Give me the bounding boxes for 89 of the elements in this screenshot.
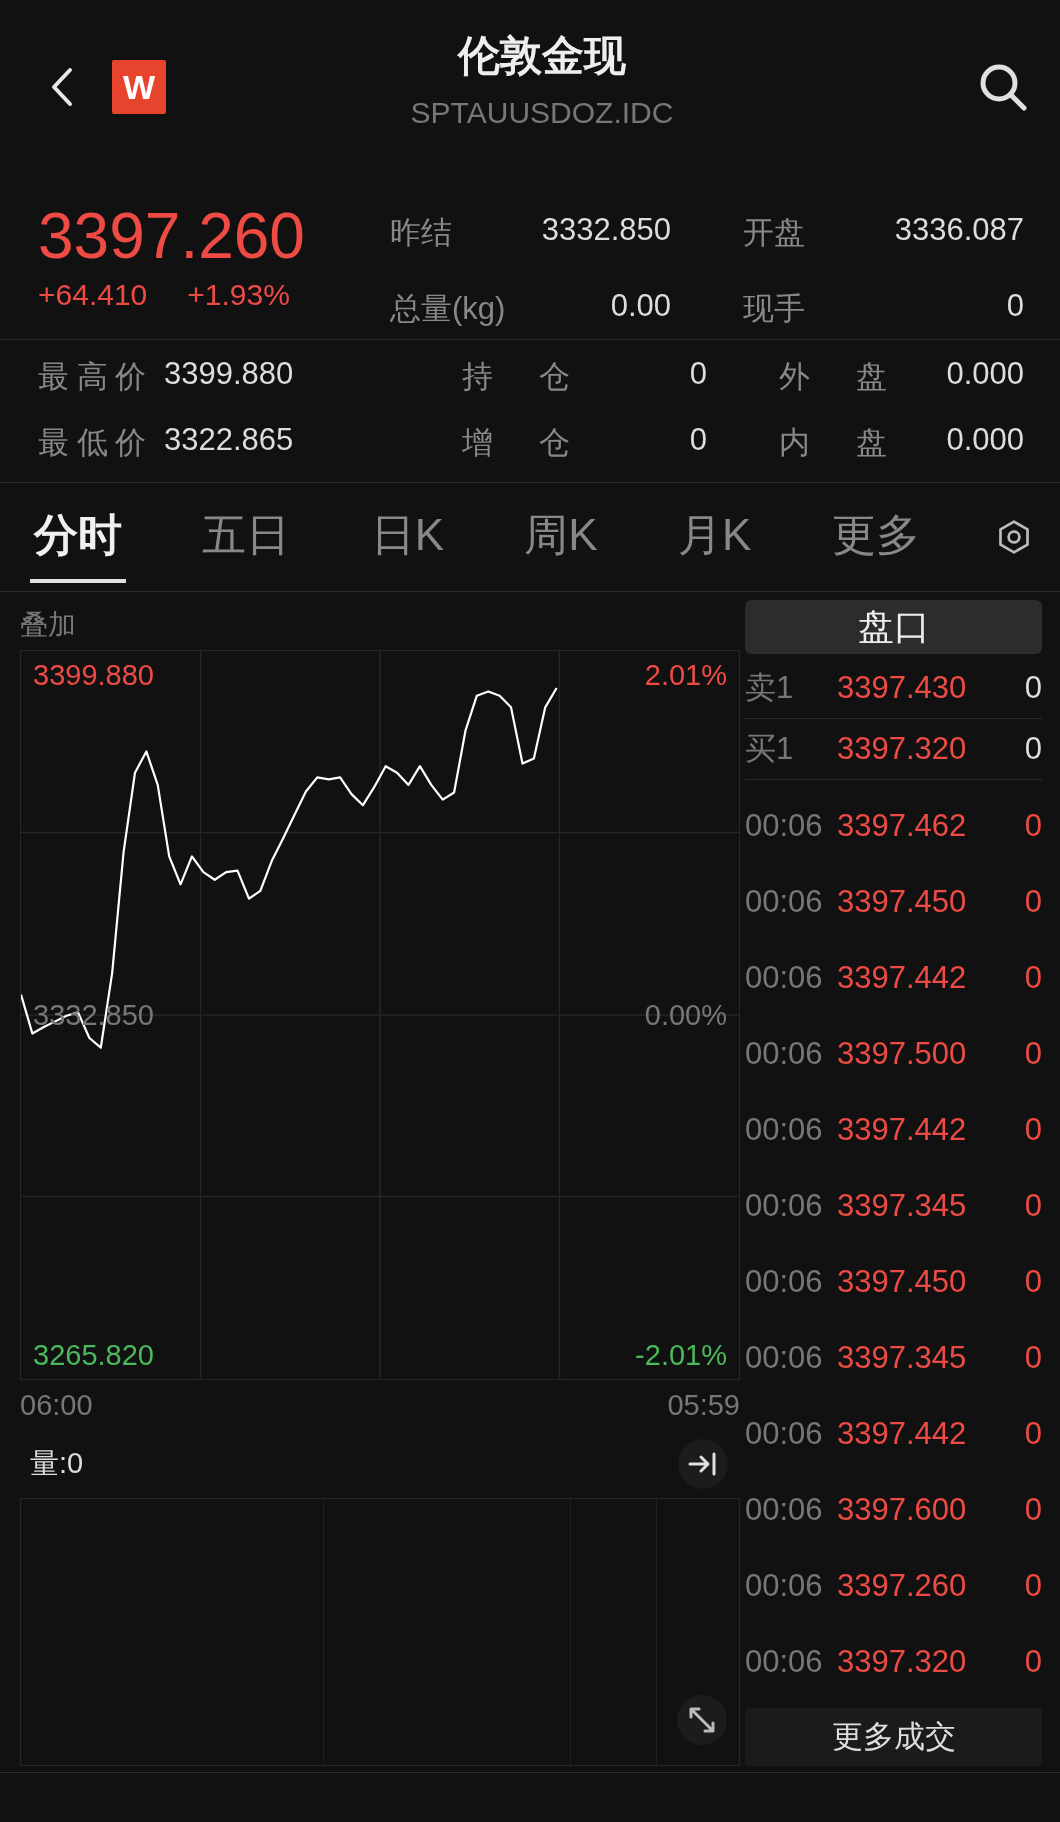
trade-time: 00:06 (745, 884, 824, 920)
trade-price: 3397.345 (837, 1340, 968, 1376)
stat-label: 总量(kg) (390, 290, 506, 328)
axis-percent-label: 0.00% (644, 998, 727, 1032)
trade-time: 00:06 (745, 1416, 824, 1452)
trade-volume: 0 (1024, 1036, 1042, 1072)
chart-tab[interactable]: 周K (520, 491, 602, 583)
trade-time: 00:06 (745, 1188, 824, 1224)
symbol-code: SPTAUUSDOZ.IDC (410, 96, 674, 130)
page-title: 伦敦金现 (458, 31, 626, 81)
stat-value: 3336.087 (894, 212, 1024, 249)
trade-time: 00:06 (745, 1644, 824, 1680)
more-trades-button[interactable]: 更多成交 (745, 1708, 1042, 1766)
percent-change: +1.93% (187, 278, 290, 312)
stat-label: 昨结 (390, 214, 452, 252)
trade-price: 3397.345 (837, 1188, 968, 1224)
back-icon[interactable] (50, 67, 74, 107)
trade-volume: 0 (1024, 1644, 1042, 1680)
stat-label: 持仓 (462, 358, 570, 396)
trade-price: 3397.450 (837, 1264, 968, 1300)
stat-label: 现手 (743, 290, 805, 328)
stat-label: 开盘 (743, 214, 805, 252)
trade-time: 00:06 (745, 1340, 824, 1376)
quote-label: 买1 (745, 730, 795, 768)
stat-value: 3332.850 (541, 212, 671, 249)
trade-volume: 0 (1024, 1264, 1042, 1300)
last-price: 3397.260 (38, 200, 306, 272)
price-change: +64.410 (38, 278, 148, 312)
stat-value: 0.00 (610, 288, 671, 325)
stat-value: 3399.880 (164, 356, 294, 393)
stat-value: 0 (689, 356, 707, 393)
jump-to-end-icon[interactable] (678, 1439, 728, 1489)
stat-label: 外盘 (779, 358, 887, 396)
trade-volume: 0 (1024, 884, 1042, 920)
quote-label: 卖1 (745, 669, 795, 707)
axis-price-label: 3399.880 (33, 658, 154, 692)
stat-value: 0.000 (946, 356, 1024, 393)
trade-volume: 0 (1024, 1416, 1042, 1452)
trade-time: 00:06 (745, 1036, 824, 1072)
stat-value: 0.000 (946, 422, 1024, 459)
quote-price: 3397.320 (837, 731, 968, 767)
trade-volume: 0 (1024, 1340, 1042, 1376)
trade-volume: 0 (1024, 1112, 1042, 1148)
chart-tab[interactable]: 月K (673, 491, 756, 583)
trade-volume: 0 (1024, 1188, 1042, 1224)
trade-time: 00:06 (745, 808, 824, 844)
trade-time: 00:06 (745, 1568, 824, 1604)
chart-tab[interactable]: 日K (366, 491, 448, 583)
stat-label: 内盘 (779, 424, 887, 462)
trade-price: 3397.260 (837, 1568, 968, 1604)
trade-volume: 0 (1024, 960, 1042, 996)
stat-value: 3322.865 (164, 422, 294, 459)
stat-label: 最高价 (38, 358, 146, 396)
chart-tab[interactable]: 更多 (827, 491, 924, 583)
trade-volume: 0 (1024, 1492, 1042, 1528)
trade-price: 3397.442 (837, 1416, 968, 1452)
trade-time: 00:06 (745, 1492, 824, 1528)
trade-volume: 0 (1024, 808, 1042, 844)
axis-price-label: 3265.820 (33, 1338, 154, 1372)
start-time: 06:00 (20, 1388, 93, 1422)
search-icon[interactable] (978, 62, 1028, 112)
chart-tab[interactable]: 五日 (198, 491, 295, 583)
trade-price: 3397.320 (837, 1644, 968, 1680)
quote-volume: 0 (1024, 731, 1042, 767)
chart-tab[interactable]: 分时 (30, 491, 126, 583)
trade-time: 00:06 (745, 960, 824, 996)
trade-price: 3397.500 (837, 1036, 968, 1072)
trade-price: 3397.442 (837, 960, 968, 996)
trade-volume: 0 (1024, 1568, 1042, 1604)
logo-badge: W (112, 60, 166, 114)
trade-price: 3397.462 (837, 808, 968, 844)
trade-time: 00:06 (745, 1112, 824, 1148)
axis-percent-label: 2.01% (644, 658, 727, 692)
quote-price: 3397.430 (837, 670, 968, 706)
end-time: 05:59 (667, 1388, 740, 1422)
order-book-button[interactable]: 盘口 (745, 600, 1042, 654)
trade-time: 00:06 (745, 1264, 824, 1300)
stat-value: 0 (689, 422, 707, 459)
volume-label: 量:0 (30, 1446, 84, 1481)
stat-label: 最低价 (38, 424, 146, 462)
quote-volume: 0 (1024, 670, 1042, 706)
trade-price: 3397.600 (837, 1492, 968, 1528)
stat-value: 0 (1006, 288, 1024, 325)
trade-price: 3397.442 (837, 1112, 968, 1148)
overlay-label[interactable]: 叠加 (20, 592, 76, 650)
expand-icon[interactable] (677, 1695, 727, 1745)
stat-label: 增仓 (462, 424, 570, 462)
axis-percent-label: -2.01% (635, 1338, 727, 1372)
trade-price: 3397.450 (837, 884, 968, 920)
